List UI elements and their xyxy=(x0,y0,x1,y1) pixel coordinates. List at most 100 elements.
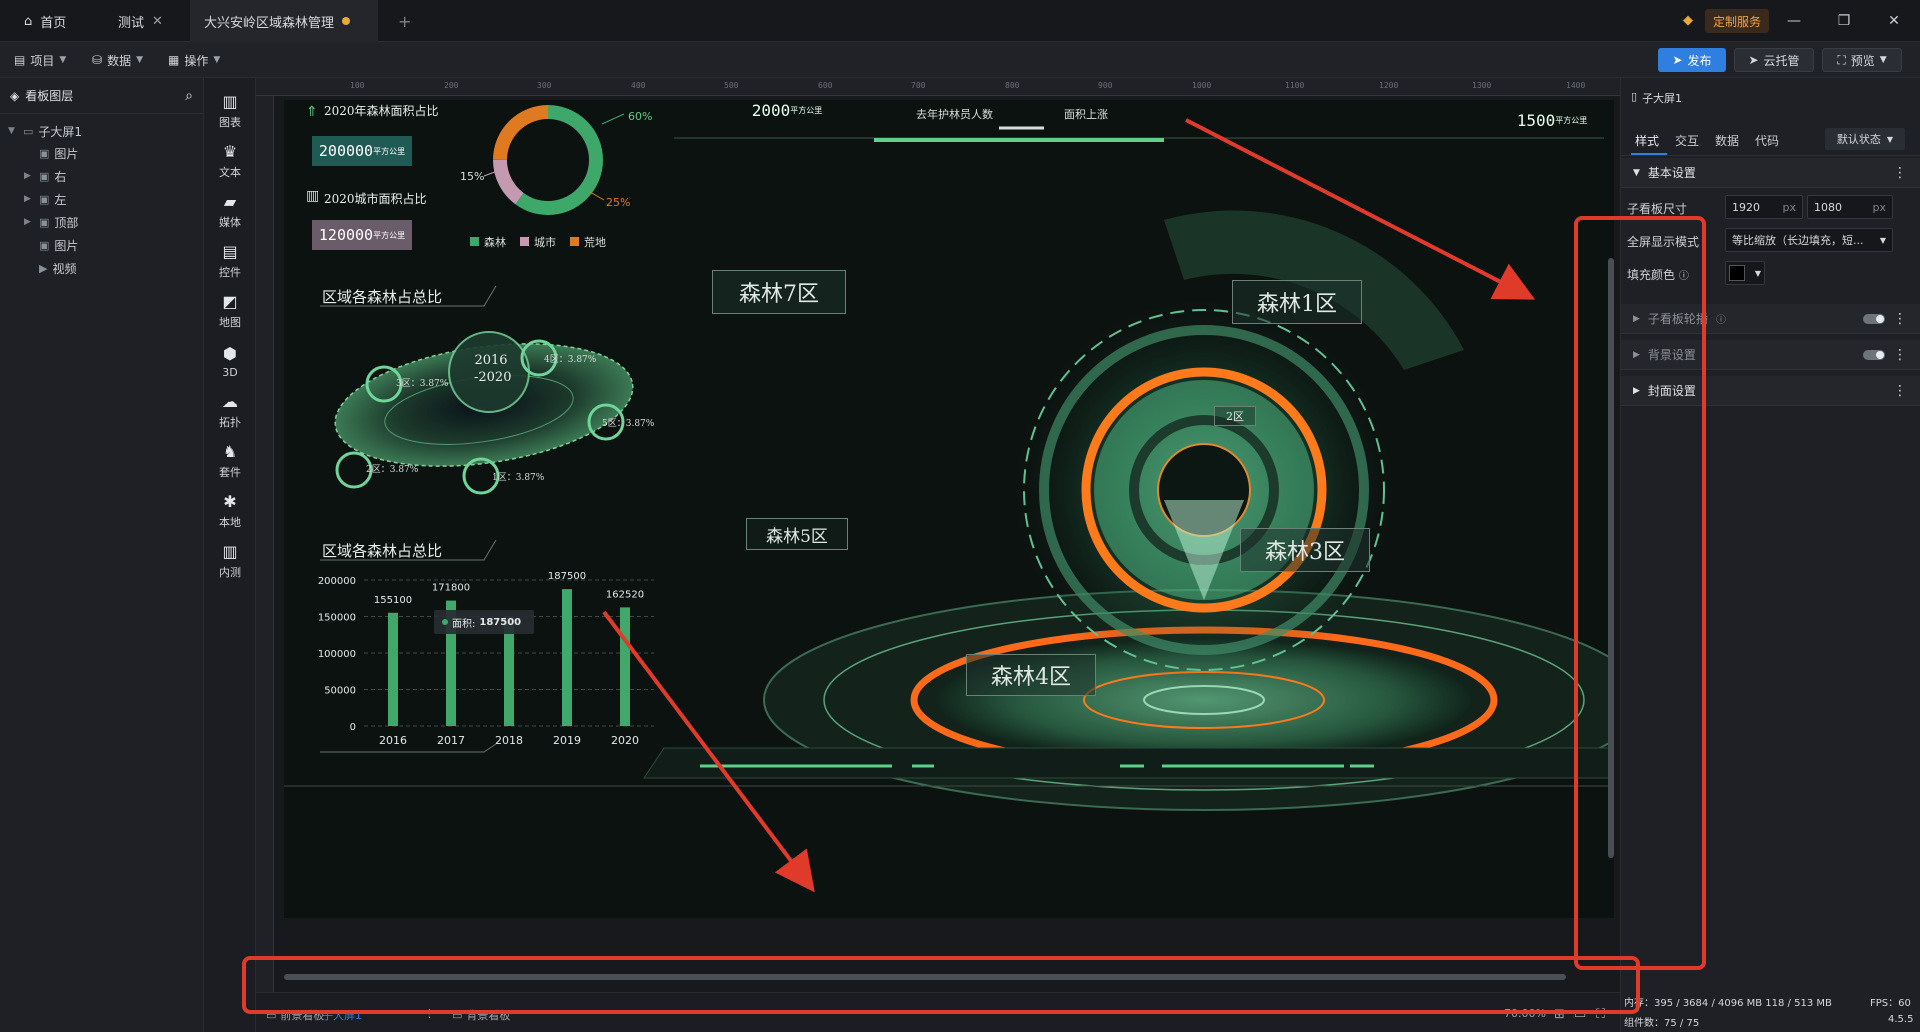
state-select[interactable]: 默认状态 ▼ xyxy=(1825,128,1905,150)
sidebar-item-local[interactable]: ✱ 本地 xyxy=(204,488,256,534)
project-menu[interactable]: ▤ 项目 ▼ xyxy=(14,50,66,70)
vertical-scrollbar[interactable] xyxy=(1608,258,1614,858)
minimize-icon[interactable]: — xyxy=(1780,8,1808,34)
bar-value-label: 187500 xyxy=(548,571,586,582)
sidebar-item-3d[interactable]: ⬢ 3D xyxy=(204,338,256,384)
width-input[interactable]: 1920 px xyxy=(1725,195,1803,219)
forest-area-title: 2020年森林面积占比 xyxy=(324,104,439,118)
more-icon[interactable]: ⋮ xyxy=(1893,311,1907,327)
layer-item-label: 顶部 xyxy=(54,215,79,230)
custom-service-button[interactable]: 定制服务 xyxy=(1705,9,1770,33)
zone-forest-5[interactable]: 森林5区 xyxy=(746,518,848,550)
publish-button[interactable]: ➤ 发布 xyxy=(1658,48,1726,72)
tab-forest-management[interactable]: 大兴安岭区域森林管理 xyxy=(190,0,378,42)
chevron-right-icon[interactable]: ▶ xyxy=(24,171,34,181)
close-window-icon[interactable]: ✕ xyxy=(1880,8,1908,34)
widget-icon: ▤ xyxy=(222,242,238,261)
y-tick-label: 200000 xyxy=(318,576,356,587)
y-tick-label: 150000 xyxy=(318,613,356,624)
add-tab-button[interactable]: + xyxy=(384,0,425,42)
more-icon[interactable]: ⋮ xyxy=(1893,165,1907,181)
operate-menu[interactable]: ▦ 操作 ▼ xyxy=(168,50,220,70)
height-input[interactable]: 1080 px xyxy=(1807,195,1893,219)
more-icon[interactable]: ⋮ xyxy=(1893,383,1907,399)
sidebar-item-topology[interactable]: ☁ 拓扑 xyxy=(204,388,256,434)
layer-item-image2[interactable]: ▣ 图片 xyxy=(24,234,228,256)
zone-label: 森林1区 xyxy=(1257,292,1337,317)
layer-item-right[interactable]: ▶ ▣ 右 xyxy=(24,165,228,187)
layer-item-screen1[interactable]: ▼ ▭ 子大屏1 xyxy=(8,120,212,142)
data-menu[interactable]: ⛁ 数据 ▼ xyxy=(92,50,143,70)
section-background[interactable]: ▶ 背景设置 ⋮ xyxy=(1621,340,1920,370)
tab-screen1-label: 子大屏1 xyxy=(322,1009,362,1022)
sidebar-item-beta[interactable]: ▥ 内测 xyxy=(204,538,256,584)
y-tick-label: 50000 xyxy=(324,686,356,697)
more-icon[interactable]: ⋮ xyxy=(424,1007,435,1020)
text-icon: ♛ xyxy=(222,142,238,161)
layer-item-top[interactable]: ▶ ▣ 顶部 xyxy=(24,211,228,233)
sidebar-label: 媒体 xyxy=(219,216,241,229)
restore-icon[interactable]: ❐ xyxy=(1830,8,1858,34)
layer-item-label: 左 xyxy=(54,192,67,207)
chevron-down-icon[interactable]: ▼ xyxy=(8,126,18,136)
dashboard-screen[interactable]: ⇑ 2020年森林面积占比 200000 平方公里 ▥ 2020城市面积占比 12… xyxy=(284,100,1614,918)
section-carousel[interactable]: ▶ 子看板轮播 ⓘ ⋮ xyxy=(1621,304,1920,334)
region-title-orbit: 区域各森林占总比 xyxy=(322,288,443,306)
section-basic-label: 基本设置 xyxy=(1647,166,1696,180)
canvas-area[interactable]: 100 200 300 400 500 600 700 800 900 1000… xyxy=(256,78,1620,992)
tab-code[interactable]: 代码 xyxy=(1755,132,1779,149)
tab-data[interactable]: 数据 xyxy=(1715,132,1739,149)
cloud-host-button[interactable]: ➤ 云托管 xyxy=(1734,48,1814,72)
horizontal-scrollbar[interactable] xyxy=(284,974,1566,980)
zone-2[interactable]: 2区 xyxy=(1214,406,1256,426)
zone-forest-7[interactable]: 森林7区 xyxy=(712,270,846,314)
monitor-icon[interactable]: ▭ xyxy=(1574,1007,1586,1022)
sidebar-label: 控件 xyxy=(219,266,241,279)
sidebar-item-chart[interactable]: ▥ 图表 xyxy=(204,88,256,134)
layer-item-label: 图片 xyxy=(54,238,79,253)
zoom-level[interactable]: 70.00% xyxy=(1504,1007,1546,1020)
fit-screen-icon[interactable]: ⊞ xyxy=(1554,1007,1565,1022)
search-icon[interactable]: ⌕ xyxy=(185,88,193,104)
tab-background-board[interactable]: ▭ 背景看板 xyxy=(452,1007,510,1023)
zone-forest-4[interactable]: 森林4区 xyxy=(966,654,1096,696)
zone-forest-3[interactable]: 森林3区 xyxy=(1240,528,1370,572)
forest-area-value: 200000 xyxy=(318,142,374,160)
fullscreen-icon[interactable]: ⛶ xyxy=(1596,1007,1605,1022)
bar xyxy=(388,612,398,726)
layer-item-image[interactable]: ▣ 图片 xyxy=(24,142,228,164)
layer-item-video[interactable]: ▶ 视频 xyxy=(24,257,228,279)
zone-forest-1[interactable]: 森林1区 xyxy=(1232,280,1362,324)
background-toggle[interactable] xyxy=(1863,350,1885,360)
preview-button[interactable]: ⛶ 预览 ▼ xyxy=(1822,48,1902,72)
fill-color-text: 填充颜色 xyxy=(1627,268,1676,282)
image-icon: ▣ xyxy=(39,238,50,252)
sidebar-item-kit[interactable]: ♞ 套件 xyxy=(204,438,256,484)
tab-home[interactable]: ⌂ 首页 xyxy=(10,0,80,42)
fullscreen-select[interactable]: 等比缩放（长边填充，短... ▼ xyxy=(1725,228,1893,252)
chevron-right-icon[interactable]: ▶ xyxy=(24,217,34,227)
sidebar-item-media[interactable]: ▰ 媒体 xyxy=(204,188,256,234)
tab-interaction[interactable]: 交互 xyxy=(1675,132,1699,149)
bar xyxy=(620,607,630,726)
sidebar-item-map[interactable]: ◩ 地图 xyxy=(204,288,256,334)
layer-item-left[interactable]: ▶ ▣ 左 xyxy=(24,188,228,210)
horizontal-ruler: 100 200 300 400 500 600 700 800 900 1000… xyxy=(256,78,1620,96)
section-basic-settings[interactable]: ▼ 基本设置 ⋮ xyxy=(1621,158,1920,188)
y-tick-label: 0 xyxy=(350,722,356,733)
cloud-label: 云托管 xyxy=(1763,53,1800,68)
tab-foreground-board[interactable]: ▭ 前景看板 xyxy=(266,1007,324,1023)
fill-color-picker[interactable]: ▼ xyxy=(1725,261,1765,285)
group-icon: ▣ xyxy=(39,215,50,229)
tab-test[interactable]: 测试 ✕ xyxy=(104,0,177,42)
chevron-right-icon[interactable]: ▶ xyxy=(24,194,34,204)
tab-screen1[interactable]: 子大屏1 xyxy=(322,1007,362,1023)
tab-style[interactable]: 样式 xyxy=(1635,132,1659,149)
section-cover[interactable]: ▶ 封面设置 ⋮ xyxy=(1621,376,1920,406)
sidebar-item-widget[interactable]: ▤ 控件 xyxy=(204,238,256,284)
orbit-center-line1: 2016 xyxy=(474,353,508,368)
carousel-toggle[interactable] xyxy=(1863,314,1885,324)
more-icon[interactable]: ⋮ xyxy=(1893,347,1907,363)
close-icon[interactable]: ✕ xyxy=(152,14,163,29)
sidebar-item-text[interactable]: ♛ 文本 xyxy=(204,138,256,184)
